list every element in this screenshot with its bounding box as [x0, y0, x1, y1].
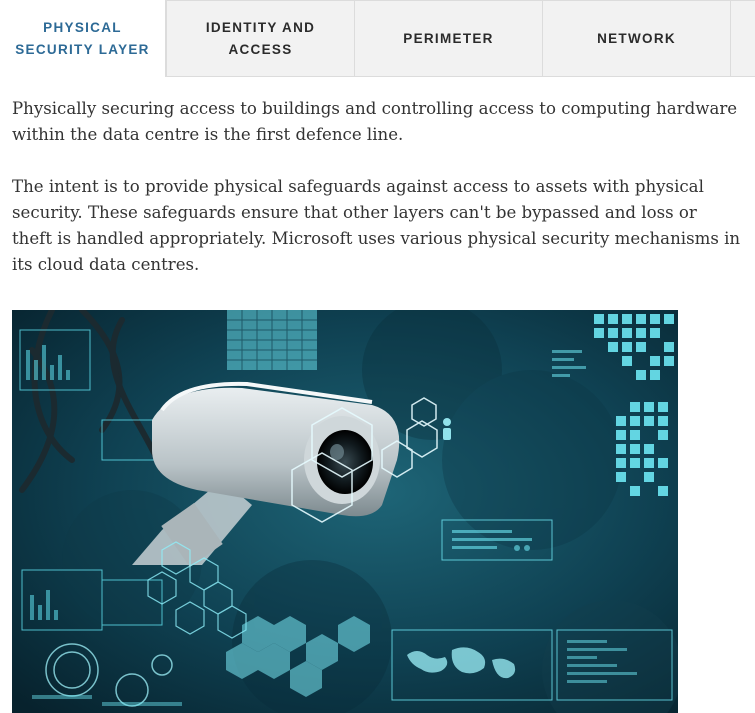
detail-paragraph: The intent is to provide physical safegu… [12, 177, 741, 274]
tab-label: PERIMETER [403, 30, 494, 46]
tab-label-line2: ACCESS [228, 41, 293, 57]
intro-paragraph: Physically securing access to buildings … [12, 99, 738, 144]
tab-physical-security-layer[interactable]: PHYSICAL SECURITY LAYER [0, 0, 166, 77]
tab-perimeter[interactable]: PERIMETER [354, 0, 543, 77]
tab-label-line2: SECURITY LAYER [15, 41, 150, 57]
tab-identity-and-access[interactable]: IDENTITY AND ACCESS [166, 0, 355, 77]
tab-label: NETWORK [597, 30, 676, 46]
tab-label-line1: IDENTITY AND [205, 19, 316, 35]
tab-network[interactable]: NETWORK [542, 0, 731, 77]
tab-bar: PHYSICAL SECURITY LAYER IDENTITY AND ACC… [0, 0, 755, 77]
tab-label-line1: PHYSICAL [43, 19, 122, 35]
security-camera-image [12, 310, 678, 713]
tab-panel-content: Physically securing access to buildings … [12, 96, 742, 278]
tab-overflow-edge[interactable] [730, 0, 755, 77]
